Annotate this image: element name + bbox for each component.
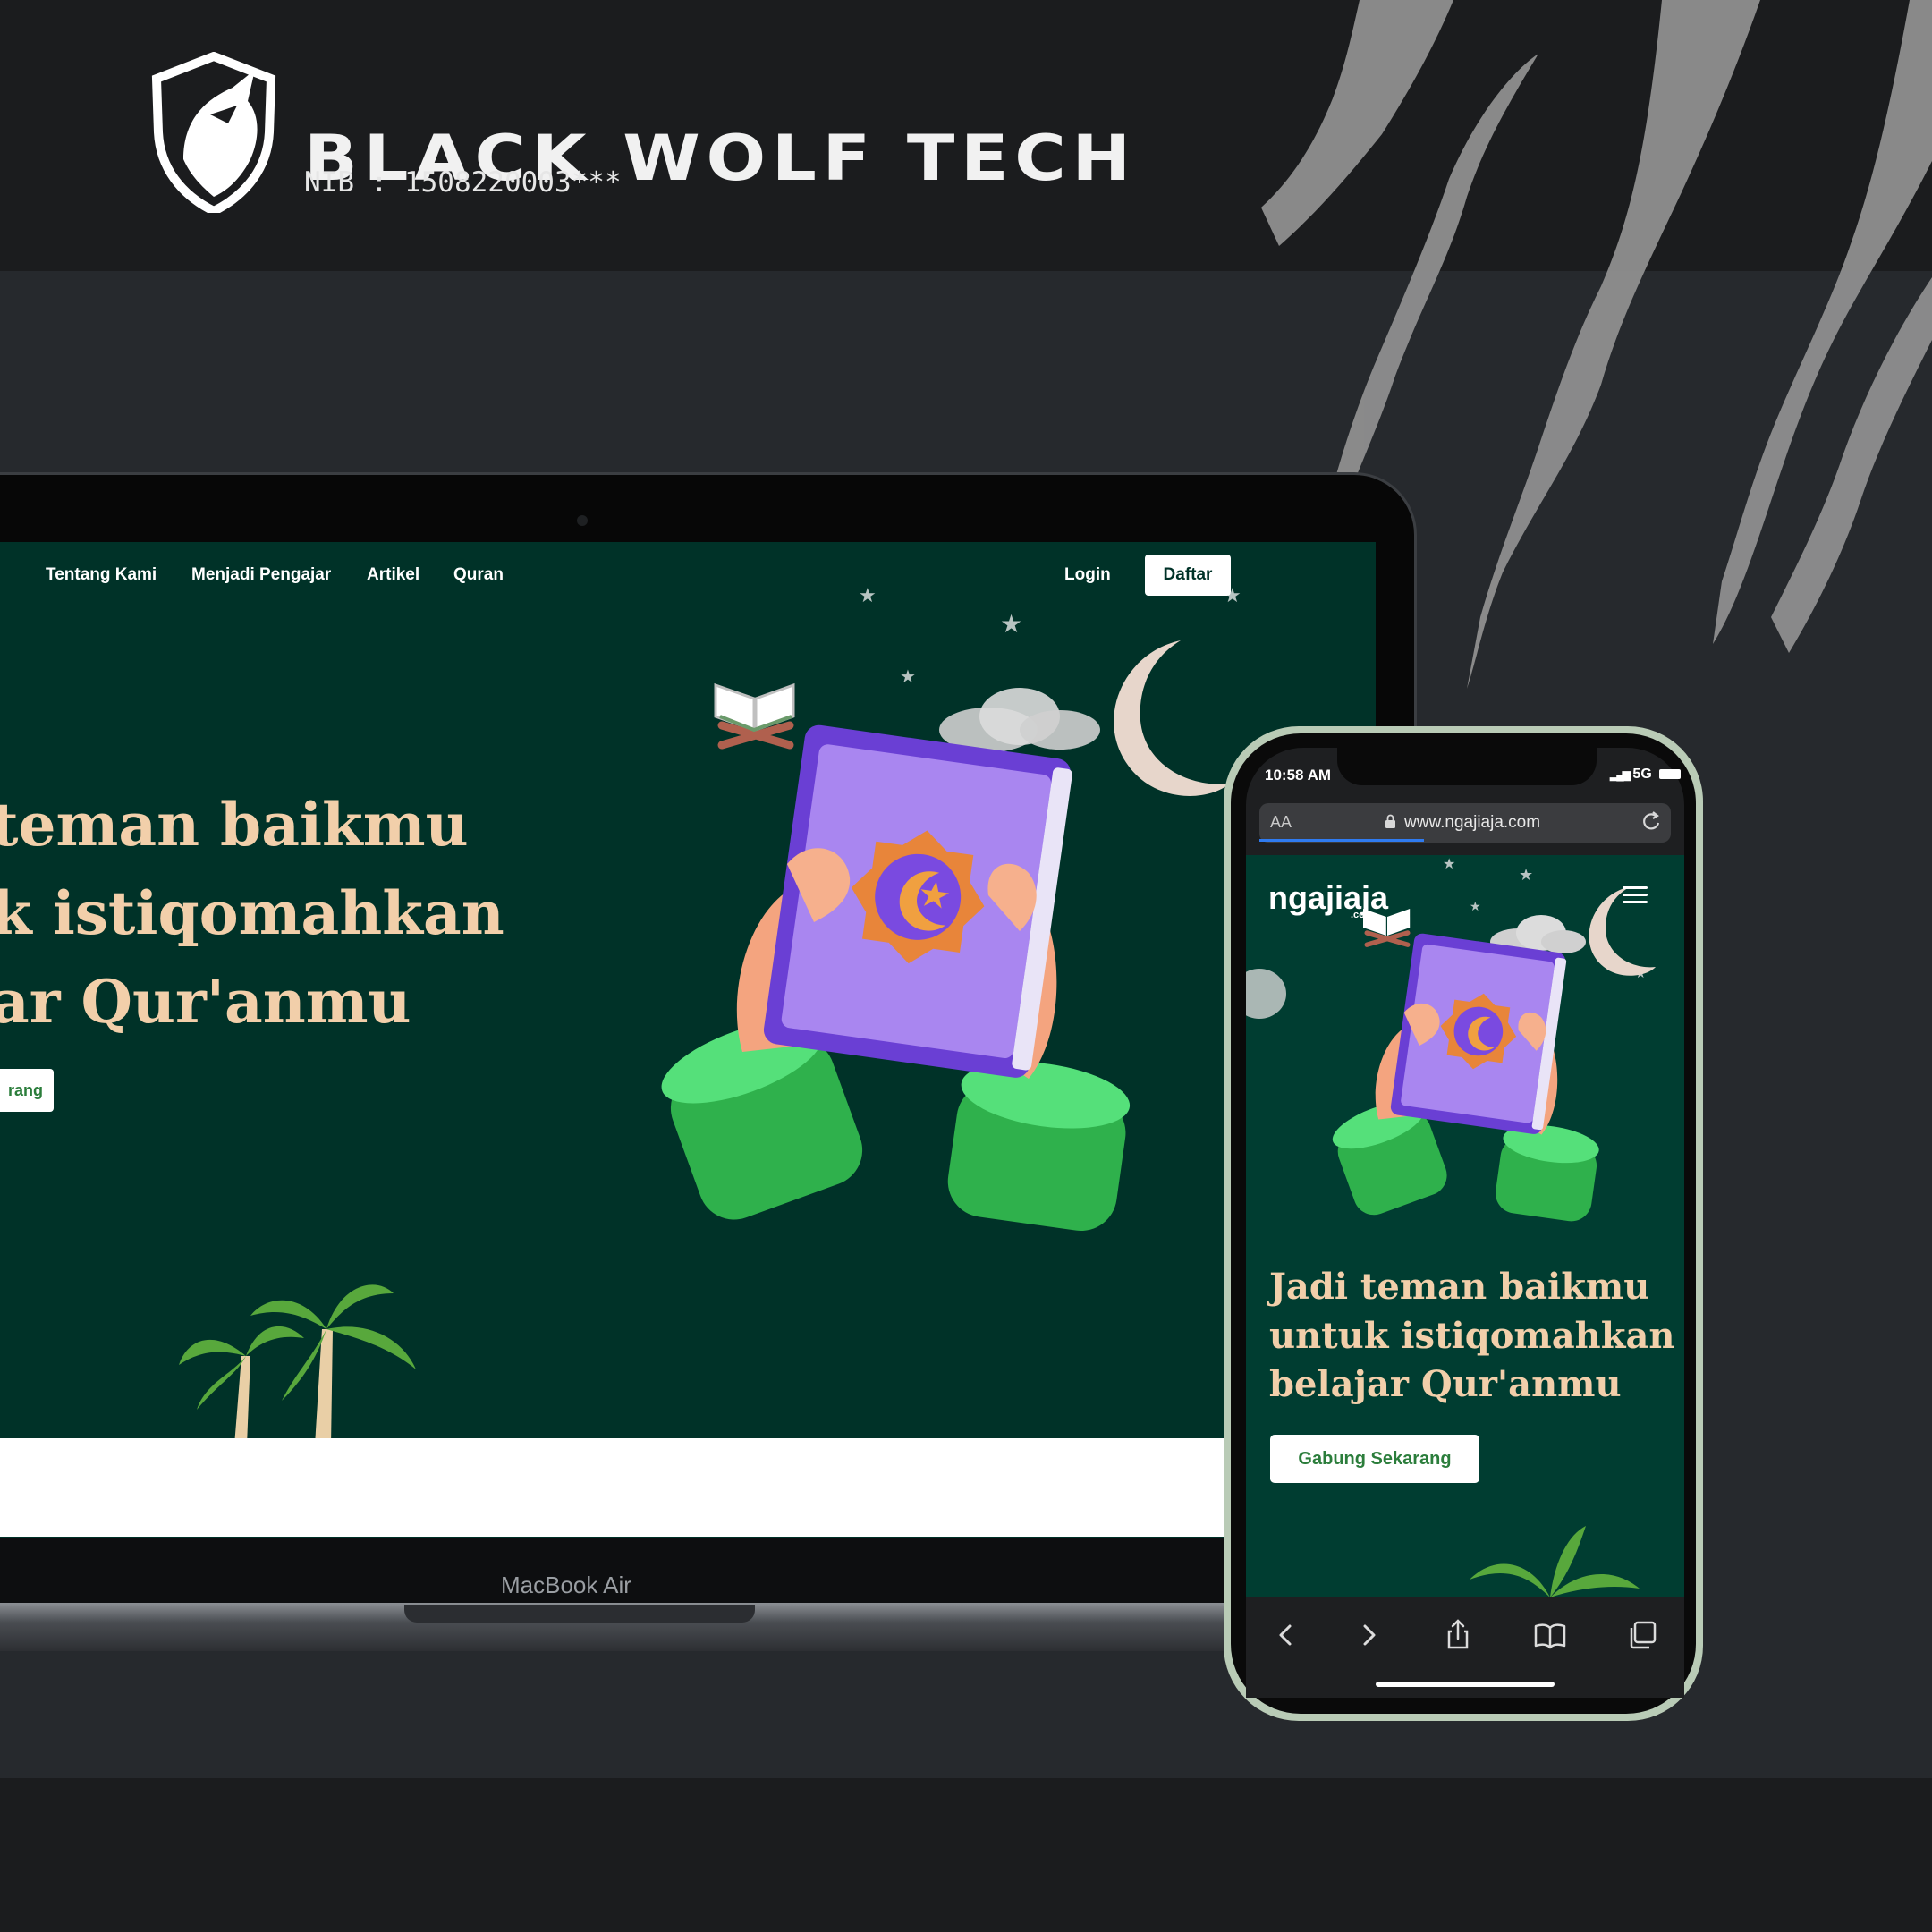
- bookmarks-icon[interactable]: [1532, 1617, 1568, 1653]
- nav-artikel[interactable]: Artikel: [367, 565, 419, 585]
- quran-book-illustration: [661, 724, 1131, 1232]
- status-time: 10:58 AM: [1265, 767, 1332, 784]
- wolf-shield-logo-icon: [151, 52, 276, 213]
- phone-webpage: ★ ★ ★ ★: [1246, 855, 1684, 1597]
- nav-menjadi-pengajar[interactable]: Menjadi Pengajar: [191, 565, 331, 585]
- hero-title-line-2: k istiqomahkan: [0, 878, 504, 948]
- laptop-model-label: MacBook Air: [501, 1572, 631, 1598]
- laptop-screen-section-white: [0, 1438, 1252, 1537]
- lock-icon: [1385, 814, 1396, 828]
- back-icon[interactable]: [1268, 1617, 1304, 1653]
- phone-hero-line-3: belajar Qur'anmu: [1269, 1363, 1622, 1405]
- status-network: ▂▄▆ 5G: [1610, 767, 1682, 783]
- url-text[interactable]: www.ngajiaja.com: [1404, 813, 1540, 833]
- join-now-button[interactable]: Gabung Sekarang: [1270, 1435, 1479, 1483]
- cloud-icon: [1246, 969, 1286, 1019]
- signal-icon: ▂▄▆: [1610, 768, 1631, 781]
- register-button[interactable]: Daftar: [1145, 555, 1231, 596]
- hero-title-line-1: teman baikmu: [0, 790, 469, 860]
- hero-title-line-3: ar Qur'anmu: [0, 967, 411, 1037]
- brand-nib: NIB : 1508220003***: [304, 166, 622, 199]
- palm-leaves-icon: [1470, 1526, 1640, 1597]
- phone-notch: [1337, 748, 1597, 785]
- menu-icon[interactable]: [1623, 886, 1648, 905]
- laptop-hinge-notch: [404, 1605, 755, 1623]
- hero-join-button[interactable]: rang: [0, 1069, 54, 1112]
- battery-icon: [1659, 769, 1682, 780]
- network-label: 5G: [1632, 767, 1652, 782]
- star-icon: ★: [1000, 609, 1023, 639]
- home-indicator[interactable]: [1376, 1682, 1555, 1687]
- star-icon: ★: [900, 665, 916, 687]
- forward-icon[interactable]: [1351, 1617, 1386, 1653]
- login-link[interactable]: Login: [1064, 565, 1111, 585]
- site-logo[interactable]: ngajiaja .com: [1268, 879, 1388, 920]
- star-icon: ★: [1443, 855, 1456, 872]
- share-icon[interactable]: [1440, 1617, 1476, 1653]
- palm-tree-icon: [179, 1284, 416, 1445]
- nav-quran[interactable]: Quran: [453, 565, 504, 585]
- nav-tentang-kami[interactable]: Tentang Kami: [46, 565, 157, 585]
- site-logo-sub: .com: [1351, 910, 1374, 920]
- phone-hero-line-1: Jadi teman baikmu: [1269, 1266, 1650, 1308]
- tabs-icon[interactable]: [1624, 1617, 1660, 1653]
- page-load-progress: [1259, 839, 1424, 842]
- star-icon: ★: [859, 585, 877, 607]
- reload-icon[interactable]: [1640, 810, 1662, 834]
- laptop-screen: ★ ★ ★ ★: [0, 542, 1376, 1538]
- star-icon: ★: [1470, 900, 1481, 914]
- phone-hero-line-2: untuk istiqomahkan: [1269, 1315, 1675, 1357]
- reader-aa-button[interactable]: AA: [1270, 813, 1292, 832]
- star-icon: ★: [1519, 866, 1534, 885]
- quran-book-illustration: [1332, 933, 1599, 1222]
- laptop-camera: [577, 515, 588, 526]
